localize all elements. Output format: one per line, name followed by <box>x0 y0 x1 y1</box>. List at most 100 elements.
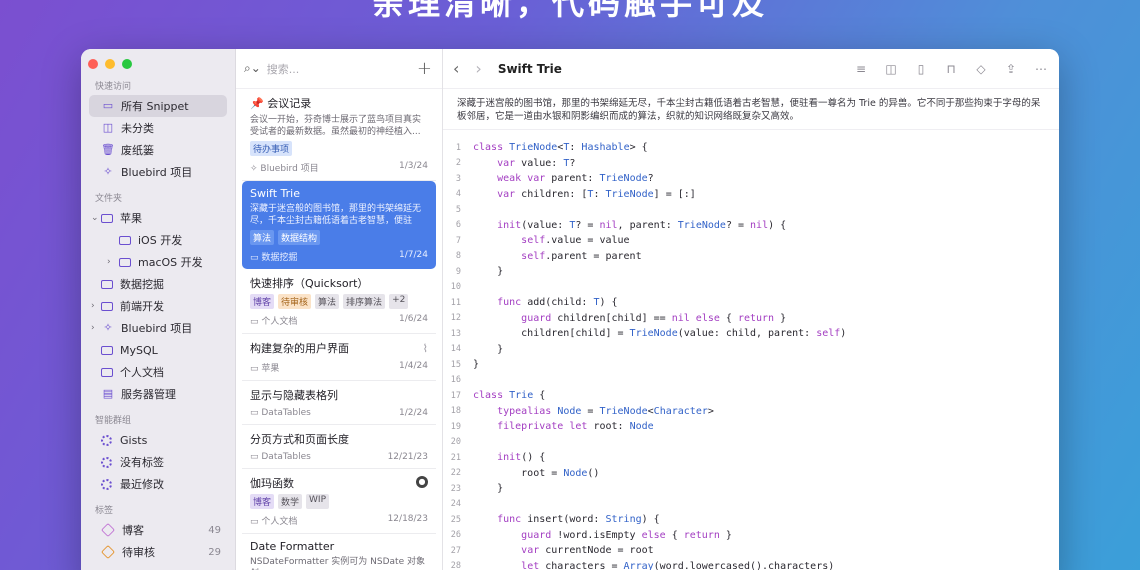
split-view-icon[interactable]: ◫ <box>883 62 899 76</box>
note-source: ▭ 苹果 <box>250 364 280 374</box>
editor-toolbar: ‹ › Swift Trie ≡ ◫ ▯ ⊓ ◇ ⇪ ⋯ <box>443 49 1059 89</box>
line-number: 16 <box>450 375 461 386</box>
tag-chip[interactable]: 待办事项 <box>250 141 293 156</box>
more-options-icon[interactable]: ⋯ <box>1033 62 1049 76</box>
sidebar-folder-frontend[interactable]: › 前端开发 <box>89 295 227 317</box>
code-text: let characters = Array(word.lowercased()… <box>521 560 835 570</box>
chevron-down-icon[interactable]: ⌄ <box>91 213 99 223</box>
minimize-button[interactable] <box>105 59 115 69</box>
list-item[interactable]: 伽玛函数 ● 博客 数学 WIP ▭ 个人文档 12/18/23 <box>242 469 436 534</box>
code-line: 17 class Trie { <box>443 388 1059 404</box>
tag-chip[interactable]: +2 <box>389 294 409 309</box>
search-icon[interactable]: ⌕⌄ <box>244 61 261 76</box>
sidebar-folder-macos[interactable]: › macOS 开发 <box>89 251 227 273</box>
tag-icon[interactable]: ◇ <box>973 62 989 76</box>
code-line: 9 } <box>443 264 1059 280</box>
line-number: 9 <box>455 266 461 277</box>
search-input[interactable]: 搜索... <box>267 61 417 77</box>
code-line: 27 var currentNode = root <box>443 543 1059 559</box>
github-icon: ● <box>416 476 428 488</box>
sidebar-smart-recent[interactable]: 最近修改 <box>89 473 227 495</box>
hero-heading: 亲理清晰，代码触手可及 <box>371 0 768 22</box>
chevron-right-icon[interactable]: › <box>91 323 95 333</box>
section-title-tags: 标签 <box>95 506 114 516</box>
tag-chip[interactable]: 待审核 <box>278 294 312 309</box>
folder-icon <box>101 301 113 311</box>
add-snippet-button[interactable]: + <box>417 58 432 79</box>
sidebar-folder-mysql[interactable]: MySQL <box>89 339 227 361</box>
note-title: 显示与隐藏表格列 <box>250 389 338 402</box>
back-button[interactable]: ‹ <box>453 59 459 78</box>
sidebar-item-bluebird[interactable]: ✧ Bluebird 项目 <box>89 161 227 183</box>
note-preview: 深藏于迷宫般的图书馆，那里的书架绵延无尽，千本尘封古籍低语着古老智慧，便驻看..… <box>250 204 422 226</box>
note-source-text: DataTables <box>261 452 311 462</box>
share-icon[interactable]: ⇪ <box>1003 62 1019 76</box>
tag-chip[interactable]: 博客 <box>250 494 275 509</box>
sidebar-folder-server-admin[interactable]: ▤ 服务器管理 <box>89 383 227 405</box>
line-number: 24 <box>450 499 461 510</box>
tag-chip[interactable]: 博客 <box>250 294 275 309</box>
section-title-quick: 快速访问 <box>95 82 132 92</box>
gear-icon <box>101 456 112 468</box>
code-editor[interactable]: 1 class TrieNode<T: Hashable> {2 var valu… <box>443 130 1059 570</box>
code-line: 20 <box>443 435 1059 451</box>
sidebar-smart-untagged[interactable]: 没有标签 <box>89 451 227 473</box>
sidebar-folder-ios[interactable]: iOS 开发 <box>89 229 227 251</box>
sidebar-smart-gists[interactable]: Gists <box>89 429 227 451</box>
tag-chip[interactable]: 数据结构 <box>278 230 321 245</box>
pin-icon: 📌 <box>250 97 264 110</box>
folder-label: 数据挖掘 <box>120 278 164 291</box>
line-number: 22 <box>450 468 461 479</box>
list-item[interactable]: 分页方式和页面长度 ▭ DataTables 12/21/23 <box>242 425 436 469</box>
editor-pane: ‹ › Swift Trie ≡ ◫ ▯ ⊓ ◇ ⇪ ⋯ 深藏于迷宫般的图书馆，… <box>443 49 1059 570</box>
tag-chip[interactable]: 数学 <box>278 494 303 509</box>
note-date: 12/21/23 <box>387 452 428 462</box>
tag-chip[interactable]: WIP <box>306 494 330 509</box>
note-date: 12/18/23 <box>387 514 428 524</box>
section-title-folders: 文件夹 <box>95 194 123 204</box>
list-item[interactable]: Date Formatter NSDateFormatter 实例可为 NSDa… <box>242 534 436 570</box>
code-text: func insert(word: String) { <box>497 514 660 526</box>
chevron-right-icon[interactable]: › <box>91 301 95 311</box>
sidebar-folder-bluebird[interactable]: › ✧ Bluebird 项目 <box>89 317 227 339</box>
tag-chip[interactable]: 算法 <box>250 230 275 245</box>
bird-icon: ✧ <box>103 321 113 334</box>
sidebar-folder-data-mining[interactable]: 数据挖掘 <box>89 273 227 295</box>
sidebar-tag-review[interactable]: 待审核 29 <box>89 541 227 563</box>
list-item[interactable]: 快速排序（Quicksort） 博客 待审核 算法 排序算法 +2 ▭ 个人文档… <box>242 269 436 334</box>
code-line: 2 var value: T? <box>443 156 1059 172</box>
list-item-selected[interactable]: Swift Trie 深藏于迷宫般的图书馆，那里的书架绵延无尽，千本尘封古籍低语… <box>242 181 436 269</box>
tag-chip[interactable]: 排序算法 <box>343 294 386 309</box>
list-item[interactable]: 📌 会议记录 会议一开始，芬奇博士展示了蓝鸟项目真实受试者的最新数据。虽然最初的… <box>242 89 436 181</box>
code-text: } <box>473 483 504 495</box>
sidebar-tag-blog[interactable]: 博客 49 <box>89 519 227 541</box>
line-number: 18 <box>450 406 461 417</box>
section-title-smart: 智能群组 <box>95 416 132 426</box>
sidebar-item-all-snippets[interactable]: ▭ 所有 Snippet <box>89 95 227 117</box>
chevron-right-icon[interactable]: › <box>107 257 111 267</box>
line-number: 23 <box>450 483 461 494</box>
code-text: fileprivate let root: Node <box>497 421 654 433</box>
format-icon[interactable]: ≡ <box>853 62 869 76</box>
note-source: ▭ DataTables <box>250 408 311 418</box>
code-line: 3 weak var parent: TrieNode? <box>443 171 1059 187</box>
tag-chip[interactable]: 算法 <box>315 294 340 309</box>
code-text: self.parent = parent <box>521 250 642 262</box>
sidebar-item-trash[interactable]: 🗑 废纸篓 <box>89 139 227 161</box>
note-source-text: 个人文档 <box>261 317 298 327</box>
list-item[interactable]: 构建复杂的用户界面 ⌇ ▭ 苹果 1/4/24 <box>242 334 436 381</box>
folder-icon <box>101 345 113 355</box>
window-controls <box>81 57 235 71</box>
lock-icon[interactable]: ⊓ <box>943 62 959 76</box>
sidebar-folder-apple[interactable]: ⌄ 苹果 <box>89 207 227 229</box>
close-button[interactable] <box>88 59 98 69</box>
list-item[interactable]: 显示与隐藏表格列 ▭ DataTables 1/2/24 <box>242 381 436 425</box>
snippet-description[interactable]: 深藏于迷宫般的图书馆，那里的书架绵延无尽，千本尘封古籍低语着古老智慧，便驻看一尊… <box>443 89 1059 130</box>
markdown-icon[interactable]: ▯ <box>913 62 929 76</box>
sidebar-item-unsorted[interactable]: ◫ 未分类 <box>89 117 227 139</box>
code-line: 28 let characters = Array(word.lowercase… <box>443 559 1059 570</box>
code-line: 1 class TrieNode<T: Hashable> { <box>443 140 1059 156</box>
forward-button[interactable]: › <box>475 59 481 78</box>
zoom-button[interactable] <box>122 59 132 69</box>
sidebar-folder-personal-docs[interactable]: 个人文档 <box>89 361 227 383</box>
